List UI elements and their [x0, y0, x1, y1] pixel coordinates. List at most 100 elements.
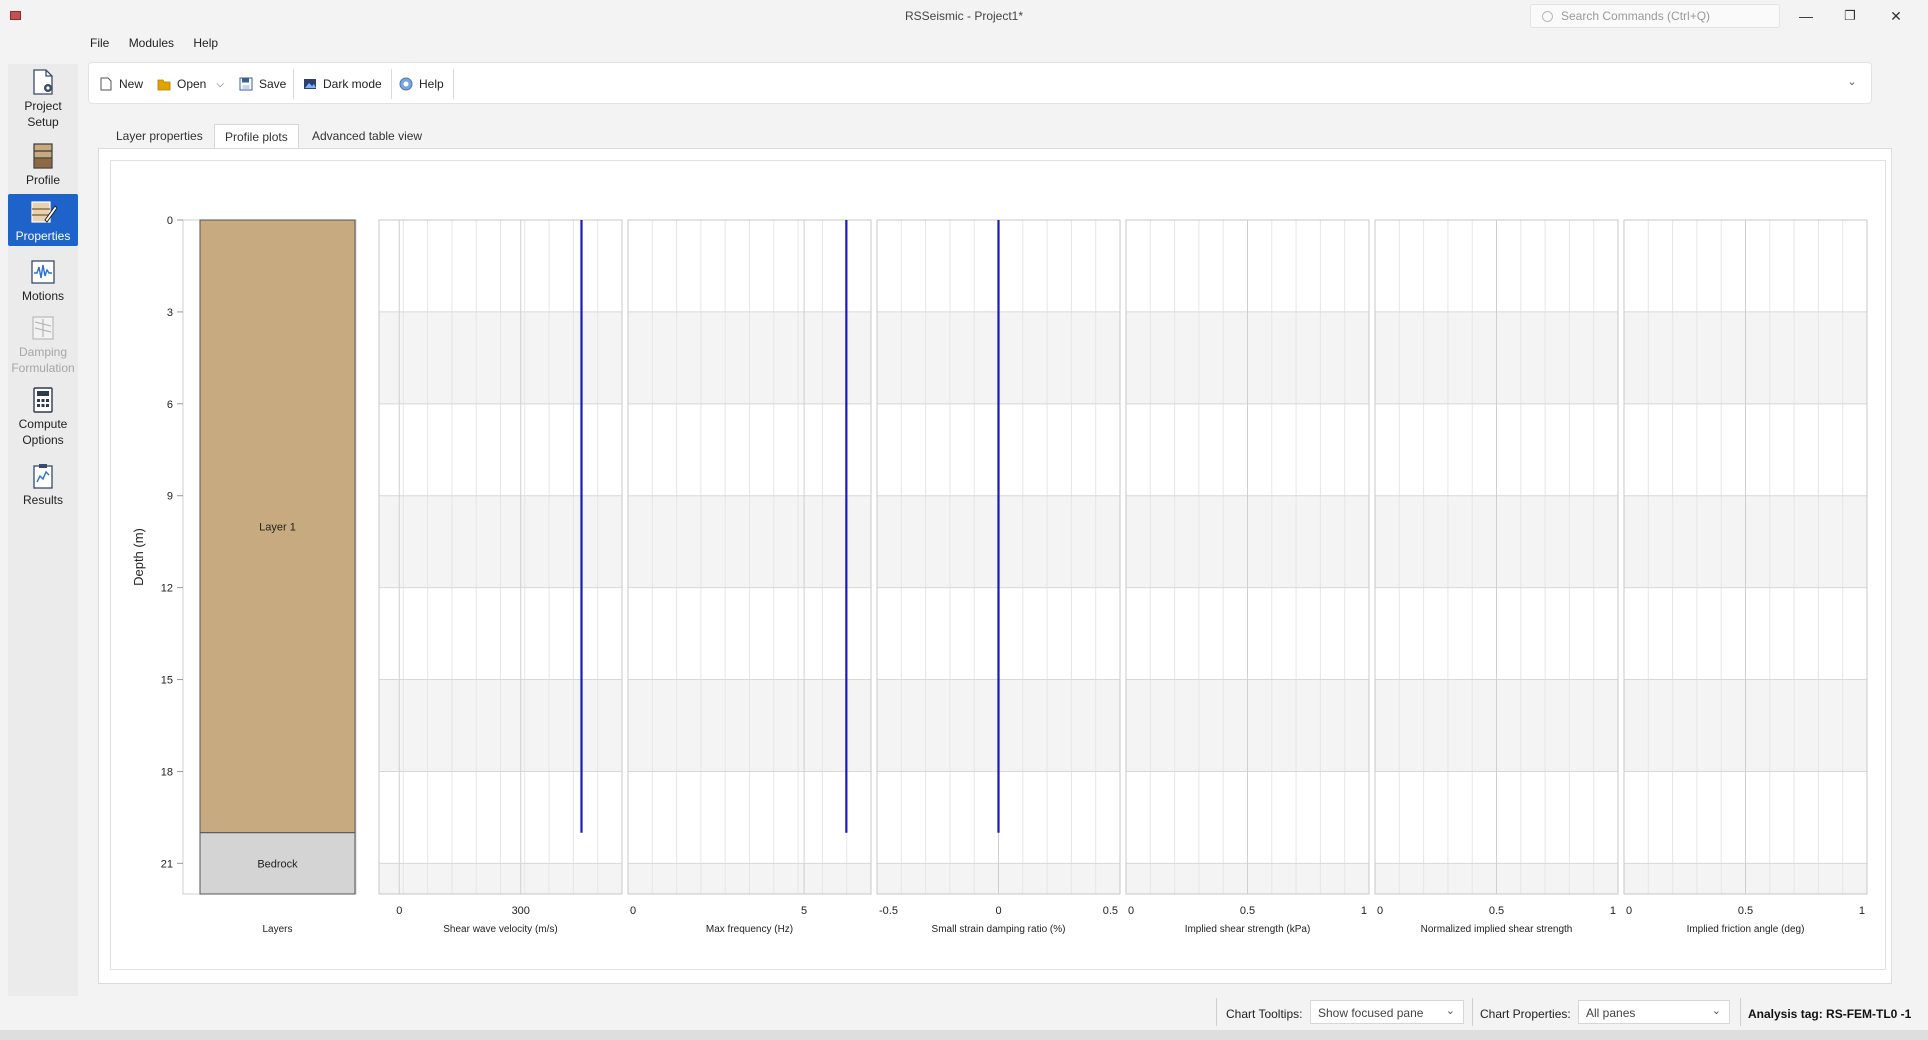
chart-properties-value: All panes	[1586, 1006, 1636, 1020]
x-tick-label: -0.5	[879, 905, 898, 917]
rail-item-compute-options[interactable]: Compute Options	[8, 382, 78, 448]
y-tick-label: 18	[161, 766, 173, 778]
search-placeholder: Search Commands (Ctrl+Q)	[1561, 9, 1711, 23]
x-tick-label: 300	[512, 905, 530, 917]
y-tick-label: 9	[167, 491, 173, 503]
x-axis-label-1: Max frequency (Hz)	[706, 924, 793, 935]
status-separator	[1216, 998, 1217, 1026]
chart-properties-select[interactable]: All panes ⌄	[1578, 1000, 1730, 1024]
layer-label-0: Layer 1	[259, 521, 296, 533]
rail-label: Motions	[21, 289, 65, 303]
toolbar-separator	[293, 69, 294, 99]
dark-mode-button[interactable]: Dark mode	[303, 73, 382, 95]
toolbar: New Open ⌵ Save Dark mode Help ⌄	[88, 62, 1872, 104]
rail-label: Project	[24, 99, 62, 113]
chevron-down-icon[interactable]: ⌵	[216, 79, 224, 90]
x-tick-label: 1	[1361, 905, 1367, 917]
chart-tooltips-value: Show focused pane	[1318, 1006, 1424, 1020]
damping-icon	[29, 314, 57, 342]
x-tick-label: 1	[1859, 905, 1865, 917]
x-tick-label: 0.5	[1103, 905, 1118, 917]
x-tick-label: 0	[630, 905, 636, 917]
save-icon	[239, 77, 253, 91]
chart-tooltips-select[interactable]: Show focused pane ⌄	[1310, 1000, 1464, 1024]
rail-item-results[interactable]: Results	[8, 458, 78, 510]
rail-label: Compute	[18, 417, 68, 431]
help-button[interactable]: Help	[399, 73, 444, 95]
y-tick-label: 3	[167, 307, 173, 319]
menu-file[interactable]: File	[90, 36, 109, 50]
open-button[interactable]: Open ⌵	[157, 73, 224, 95]
results-icon	[29, 462, 57, 490]
y-tick-label: 21	[161, 858, 173, 870]
x-axis-label-5: Implied friction angle (deg)	[1687, 924, 1805, 935]
help-icon	[399, 77, 413, 91]
x-tick-label: 0	[1377, 905, 1383, 917]
tab-layer-properties[interactable]: Layer properties	[106, 124, 213, 148]
chevron-down-icon: ⌄	[1711, 1005, 1721, 1017]
y-tick-label: 15	[161, 675, 173, 687]
y-tick-label: 0	[167, 215, 173, 227]
menu-help[interactable]: Help	[193, 36, 218, 50]
y-tick-label: 6	[167, 399, 173, 411]
rail-item-motions[interactable]: Motions	[8, 254, 78, 306]
save-button[interactable]: Save	[239, 73, 286, 95]
chart-area: Layer 1 Bedrock Layers 0 3 6 9 12 15 18 21 Depth (m…	[110, 160, 1886, 970]
x-tick-label: 0	[995, 905, 1001, 917]
open-label: Open	[177, 77, 207, 91]
new-button[interactable]: New	[99, 73, 143, 95]
x-tick-label: 0	[1128, 905, 1134, 917]
rail-item-project-setup[interactable]: Project Setup	[8, 66, 78, 132]
minimize-button[interactable]: —	[1784, 0, 1828, 32]
profile-chart[interactable]: Layer 1BedrockLayers036912151821Depth (m…	[111, 161, 1887, 971]
x-tick-label: 0	[1626, 905, 1632, 917]
dark-mode-label: Dark mode	[323, 77, 382, 91]
taskbar-strip	[0, 1030, 1928, 1040]
tab-profile-plots[interactable]: Profile plots	[214, 124, 299, 148]
toolbar-separator	[453, 69, 454, 99]
rail-item-properties[interactable]: Properties	[8, 194, 78, 246]
x-tick-label: 0.5	[1489, 905, 1504, 917]
open-folder-icon	[157, 77, 171, 91]
motions-icon	[29, 258, 57, 286]
tab-advanced-table-view[interactable]: Advanced table view	[302, 124, 432, 148]
rail-label: Setup	[27, 115, 59, 129]
rail-label: Profile	[25, 173, 60, 187]
layers-axis-label: Layers	[262, 924, 292, 935]
status-separator	[1740, 998, 1741, 1026]
rail-item-profile[interactable]: Profile	[8, 138, 78, 190]
analysis-tag: Analysis tag: RS-FEM-TL0 -1	[1748, 1007, 1912, 1021]
dark-mode-icon	[303, 77, 317, 91]
new-label: New	[119, 77, 144, 91]
rail-label: Results	[22, 493, 63, 507]
layer-label-1: Bedrock	[257, 858, 298, 870]
close-button[interactable]: ✕	[1874, 0, 1918, 32]
module-rail: Project Setup Profile Properties Motions…	[8, 64, 78, 996]
toolbar-separator	[391, 69, 392, 99]
new-file-icon	[99, 77, 113, 91]
x-axis-label-0: Shear wave velocity (m/s)	[443, 924, 557, 935]
menu-modules[interactable]: Modules	[129, 36, 174, 50]
search-icon	[1542, 11, 1553, 22]
x-axis-label-4: Normalized implied shear strength	[1421, 924, 1573, 935]
x-tick-label: 0	[396, 905, 402, 917]
rail-label: Damping	[18, 345, 68, 359]
y-axis-label: Depth (m)	[131, 528, 146, 586]
x-tick-label: 0.5	[1240, 905, 1255, 917]
restore-button[interactable]: ❐	[1828, 0, 1872, 32]
properties-icon	[29, 198, 58, 226]
rail-label: Formulation	[11, 361, 75, 375]
menu-bar: File Modules Help	[90, 36, 234, 56]
rail-item-damping-formulation: Damping Formulation	[8, 310, 78, 376]
search-commands-input[interactable]: Search Commands (Ctrl+Q)	[1530, 4, 1780, 28]
toolbar-expand-chevron-icon[interactable]: ⌄	[1845, 75, 1859, 89]
chart-properties-label: Chart Properties:	[1480, 1007, 1571, 1021]
status-separator	[1472, 998, 1473, 1026]
x-tick-label: 5	[801, 905, 807, 917]
y-tick-label: 12	[161, 583, 173, 595]
profile-icon	[29, 142, 57, 170]
x-axis-label-2: Small strain damping ratio (%)	[932, 924, 1066, 935]
help-label: Help	[419, 77, 444, 91]
chart-tooltips-label: Chart Tooltips:	[1226, 1007, 1303, 1021]
x-tick-label: 0.5	[1738, 905, 1753, 917]
